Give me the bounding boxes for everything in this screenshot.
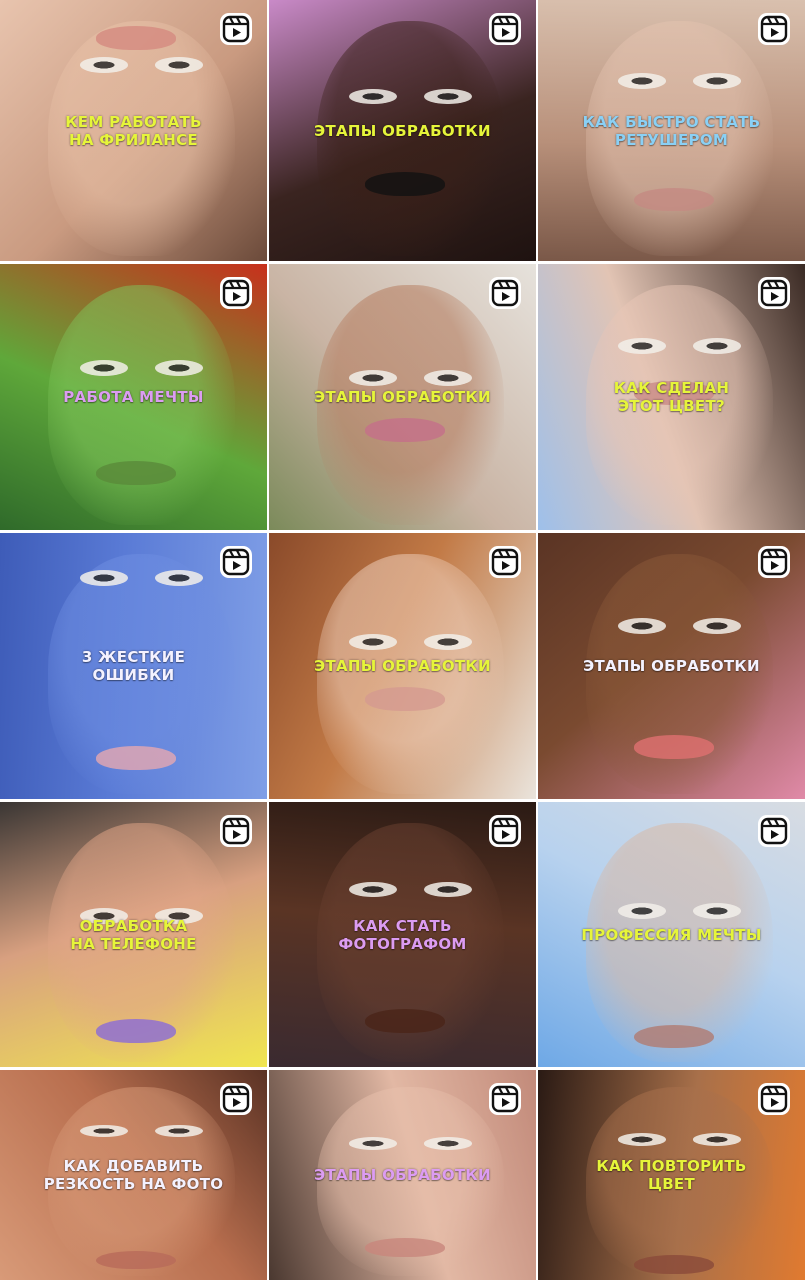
portrait-eye xyxy=(423,881,472,898)
reel-caption: КАК СТАТЬ ФОТОГРАФОМ xyxy=(338,916,467,953)
portrait-eye xyxy=(618,73,667,89)
portrait-lips xyxy=(96,1250,177,1270)
reel-tile[interactable]: ЭТАПЫ ОБРАБОТКИ xyxy=(269,0,536,261)
reels-icon-glyph xyxy=(489,277,521,309)
reel-tile[interactable]: КЕМ РАБОТАТЬ НА ФРИЛАНСЕ xyxy=(0,0,267,261)
reel-caption: КАК ДОБАВИТЬ РЕЗКОСТЬ НА ФОТО xyxy=(43,1157,224,1193)
portrait-eye xyxy=(618,902,667,919)
portrait-lips xyxy=(365,418,446,443)
reels-icon xyxy=(219,814,253,848)
reel-tile[interactable]: ЭТАПЫ ОБРАБОТКИ xyxy=(269,533,536,799)
reels-icon-glyph xyxy=(758,13,790,45)
reels-icon-glyph xyxy=(758,546,790,578)
reel-tile[interactable]: ОБРАБОТКА НА ТЕЛЕФОНЕ xyxy=(0,802,267,1067)
reel-caption: ОБРАБОТКА НА ТЕЛЕФОНЕ xyxy=(70,916,197,953)
reels-icon-glyph xyxy=(220,1083,252,1115)
portrait-eye xyxy=(154,1124,203,1138)
portrait-eye xyxy=(349,1137,398,1150)
reel-tile[interactable]: ПРОФЕССИЯ МЕЧТЫ xyxy=(538,802,805,1067)
portrait-eye xyxy=(423,1137,472,1150)
portrait-eye xyxy=(154,359,203,376)
portrait-eye xyxy=(618,1133,667,1146)
portrait-eye xyxy=(692,73,741,89)
reels-icon xyxy=(757,1082,791,1116)
reels-icon xyxy=(488,545,522,579)
reels-icon xyxy=(488,12,522,46)
reels-icon-glyph xyxy=(489,13,521,45)
portrait-eye xyxy=(154,57,203,74)
portrait-eye xyxy=(692,618,741,635)
reel-tile[interactable]: КАК БЫСТРО СТАТЬ РЕТУШЕРОМ xyxy=(538,0,805,261)
reels-icon-glyph xyxy=(489,815,521,847)
reel-tile[interactable]: КАК СДЕЛАН ЭТОТ ЦВЕТ? xyxy=(538,264,805,530)
reels-icon-glyph xyxy=(758,815,790,847)
reel-caption: ЭТАПЫ ОБРАБОТКИ xyxy=(314,1166,491,1184)
portrait-eye xyxy=(80,1124,129,1138)
reel-caption: 3 ЖЕСТКИЕ ОШИБКИ xyxy=(81,648,186,684)
reels-grid: КЕМ РАБОТАТЬ НА ФРИЛАНСЕ ЭТАПЫ ОБРАБОТКИ К… xyxy=(0,0,805,1280)
reel-caption: РАБОТА МЕЧТЫ xyxy=(63,388,204,406)
portrait-eye xyxy=(80,359,129,376)
portrait-lips xyxy=(634,1024,715,1049)
portrait-lips xyxy=(634,735,715,760)
reels-icon-glyph xyxy=(220,13,252,45)
reels-icon-glyph xyxy=(758,277,790,309)
portrait-eye xyxy=(618,618,667,635)
reels-icon xyxy=(488,814,522,848)
reel-tile[interactable]: КАК СТАТЬ ФОТОГРАФОМ xyxy=(269,802,536,1067)
reels-icon xyxy=(488,1082,522,1116)
portrait-eye xyxy=(349,634,398,651)
reel-tile[interactable]: КАК ДОБАВИТЬ РЕЗКОСТЬ НА ФОТО xyxy=(0,1070,267,1280)
reels-icon xyxy=(757,12,791,46)
reels-icon-glyph xyxy=(489,1083,521,1115)
reel-caption: ПРОФЕССИЯ МЕЧТЫ xyxy=(581,925,762,944)
portrait-lips xyxy=(96,745,177,770)
reels-icon xyxy=(757,545,791,579)
reel-caption: КЕМ РАБОТАТЬ НА ФРИЛАНСЕ xyxy=(65,112,202,149)
reel-caption: ЭТАПЫ ОБРАБОТКИ xyxy=(583,657,760,675)
portrait-lips xyxy=(365,1008,446,1033)
reels-icon xyxy=(219,12,253,46)
reels-icon-glyph xyxy=(489,546,521,578)
portrait-eye xyxy=(692,1133,741,1146)
portrait-lips xyxy=(634,1254,715,1274)
portrait-lips xyxy=(634,187,715,212)
reels-icon xyxy=(219,1082,253,1116)
portrait-lips xyxy=(96,460,177,485)
reels-icon xyxy=(488,276,522,310)
portrait-lips xyxy=(365,687,446,712)
reels-icon-glyph xyxy=(220,815,252,847)
reels-icon xyxy=(757,814,791,848)
reel-caption: ЭТАПЫ ОБРАБОТКИ xyxy=(314,657,491,675)
reels-icon-glyph xyxy=(758,1083,790,1115)
reels-icon-glyph xyxy=(220,546,252,578)
portrait-eye xyxy=(80,57,129,74)
portrait-lips xyxy=(365,1238,446,1257)
portrait-eye xyxy=(423,634,472,651)
reel-tile[interactable]: ЭТАПЫ ОБРАБОТКИ xyxy=(269,1070,536,1280)
reel-caption: КАК БЫСТРО СТАТЬ РЕТУШЕРОМ xyxy=(582,112,761,149)
reel-caption: ЭТАПЫ ОБРАБОТКИ xyxy=(314,121,491,140)
reel-tile[interactable]: ЭТАПЫ ОБРАБОТКИ xyxy=(269,264,536,530)
portrait-lips xyxy=(96,26,177,50)
reels-icon xyxy=(757,276,791,310)
reels-icon-glyph xyxy=(220,277,252,309)
reels-icon xyxy=(219,545,253,579)
portrait-eye xyxy=(692,902,741,919)
reel-caption: ЭТАПЫ ОБРАБОТКИ xyxy=(314,388,491,406)
reel-tile[interactable]: РАБОТА МЕЧТЫ xyxy=(0,264,267,530)
portrait-lips xyxy=(96,1019,177,1044)
reel-tile[interactable]: ЭТАПЫ ОБРАБОТКИ xyxy=(538,533,805,799)
reel-tile[interactable]: 3 ЖЕСТКИЕ ОШИБКИ xyxy=(0,533,267,799)
reel-caption: КАК СДЕЛАН ЭТОТ ЦВЕТ? xyxy=(613,379,730,415)
reel-tile[interactable]: КАК ПОВТОРИТЬ ЦВЕТ xyxy=(538,1070,805,1280)
portrait-lips xyxy=(365,172,446,196)
reels-icon xyxy=(219,276,253,310)
reel-caption: КАК ПОВТОРИТЬ ЦВЕТ xyxy=(596,1157,747,1193)
